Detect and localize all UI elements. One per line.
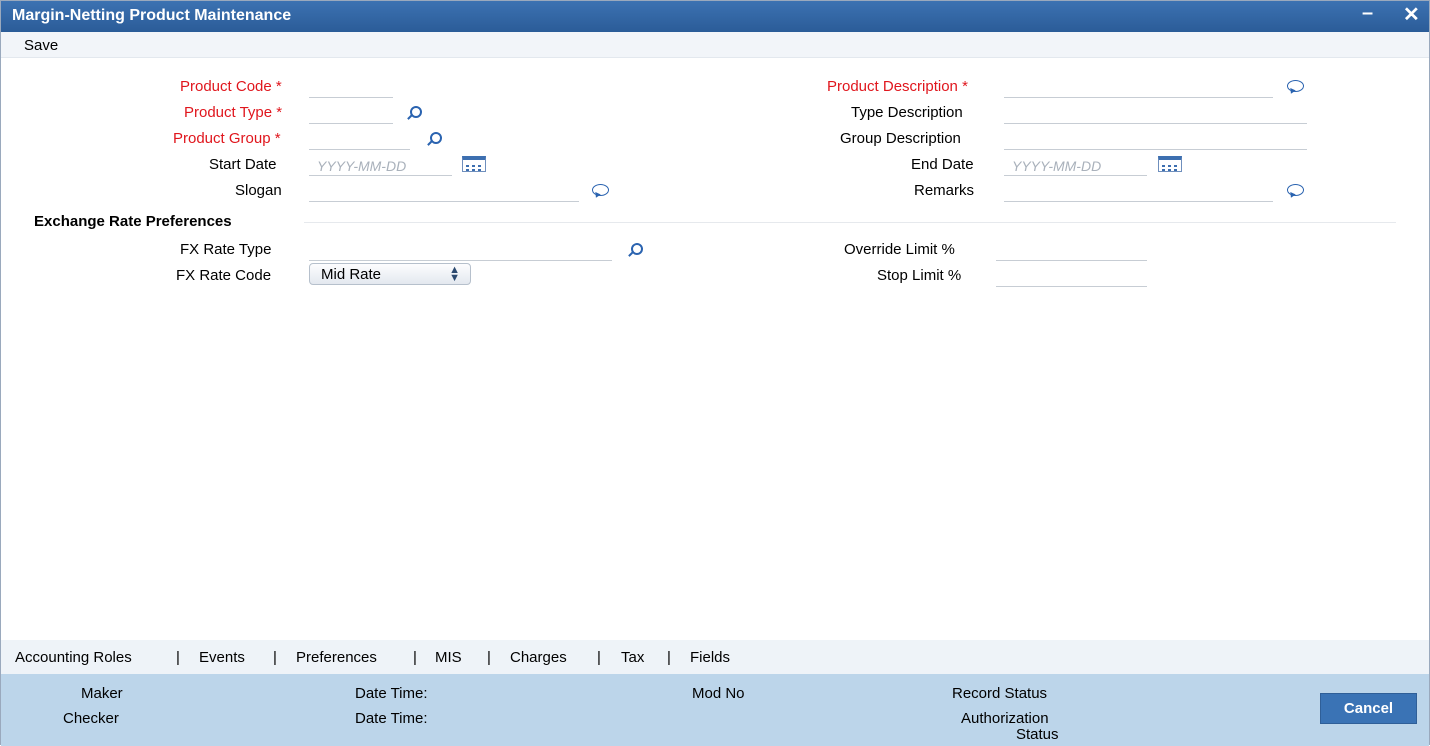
remarks-label: Remarks: [914, 182, 975, 199]
product-description-label: Product Description *: [827, 78, 968, 95]
product-code-label: Product Code *: [180, 78, 282, 95]
end-date-field[interactable]: [1004, 156, 1147, 176]
authorization-status-label-line2: Status: [1016, 726, 1059, 743]
select-arrows-icon: ▲ ▼: [449, 264, 460, 284]
tab-preferences[interactable]: Preferences: [296, 649, 377, 666]
mod-no-label: Mod No: [692, 685, 745, 702]
maker-date-time-label: Date Time:: [355, 685, 428, 702]
tab-separator: |: [487, 649, 491, 666]
slogan-label: Slogan: [235, 182, 282, 199]
maker-label: Maker: [81, 685, 123, 702]
group-description-field[interactable]: [1004, 130, 1307, 150]
start-date-field[interactable]: [309, 156, 452, 176]
tab-charges[interactable]: Charges: [510, 649, 567, 666]
start-date-calendar-icon[interactable]: [462, 156, 486, 172]
minimize-icon[interactable]: –: [1362, 2, 1373, 24]
product-code-field[interactable]: [309, 78, 393, 98]
fx-rate-type-search-icon[interactable]: [626, 242, 643, 258]
stop-limit-field[interactable]: [996, 267, 1147, 287]
fx-rate-code-selected: Mid Rate: [321, 266, 382, 283]
cancel-button[interactable]: Cancel: [1320, 693, 1417, 724]
product-description-field[interactable]: [1004, 78, 1273, 98]
product-type-label: Product Type *: [184, 104, 283, 121]
tab-separator: |: [597, 649, 601, 666]
fx-rate-type-label: FX Rate Type: [180, 241, 272, 258]
product-group-field[interactable]: [309, 130, 410, 150]
tab-accounting-roles[interactable]: Accounting Roles: [15, 649, 132, 666]
remarks-comment-icon[interactable]: [1287, 184, 1305, 198]
save-button[interactable]: Save: [24, 37, 58, 54]
slogan-comment-icon[interactable]: [592, 184, 610, 198]
tab-events[interactable]: Events: [199, 649, 245, 666]
checker-label: Checker: [63, 710, 119, 727]
override-limit-label: Override Limit %: [844, 241, 955, 258]
tab-fields[interactable]: Fields: [690, 649, 730, 666]
override-limit-field[interactable]: [996, 241, 1147, 261]
tab-separator: |: [273, 649, 277, 666]
window-title: Margin-Netting Product Maintenance: [12, 7, 292, 24]
slogan-field[interactable]: [309, 182, 579, 202]
tab-separator: |: [413, 649, 417, 666]
product-maintenance-window: Margin-Netting Product Maintenance – ✕ S…: [0, 0, 1430, 746]
exchange-rate-preferences-heading: Exchange Rate Preferences: [34, 213, 232, 230]
sub-screen-tabs: Accounting Roles | Events | Preferences …: [1, 640, 1429, 674]
product-type-search-icon[interactable]: [405, 105, 422, 121]
group-description-label: Group Description: [840, 130, 961, 147]
tab-separator: |: [667, 649, 671, 666]
start-date-label: Start Date: [209, 156, 277, 173]
close-icon[interactable]: ✕: [1403, 4, 1420, 26]
end-date-label: End Date: [911, 156, 974, 173]
fx-rate-type-field[interactable]: [309, 241, 612, 261]
stop-limit-label: Stop Limit %: [877, 267, 962, 284]
toolbar: Save: [1, 32, 1429, 58]
end-date-calendar-icon[interactable]: [1158, 156, 1182, 172]
fx-rate-code-label: FX Rate Code: [176, 267, 272, 284]
type-description-label: Type Description: [851, 104, 963, 121]
remarks-field[interactable]: [1004, 182, 1273, 202]
section-divider: [304, 222, 1396, 223]
product-description-comment-icon[interactable]: [1287, 80, 1305, 94]
fx-rate-code-select[interactable]: Mid Rate ▲ ▼: [309, 263, 471, 285]
product-group-label: Product Group *: [173, 130, 281, 147]
type-description-field[interactable]: [1004, 104, 1307, 124]
record-status-label: Record Status: [952, 685, 1048, 702]
product-group-search-icon[interactable]: [425, 131, 442, 147]
tab-separator: |: [176, 649, 180, 666]
authorization-status-label: Authorization: [961, 710, 1049, 727]
checker-date-time-label: Date Time:: [355, 710, 428, 727]
tab-tax[interactable]: Tax: [621, 649, 644, 666]
tab-mis[interactable]: MIS: [435, 649, 462, 666]
title-bar: Margin-Netting Product Maintenance – ✕: [1, 1, 1429, 32]
product-type-field[interactable]: [309, 104, 393, 124]
